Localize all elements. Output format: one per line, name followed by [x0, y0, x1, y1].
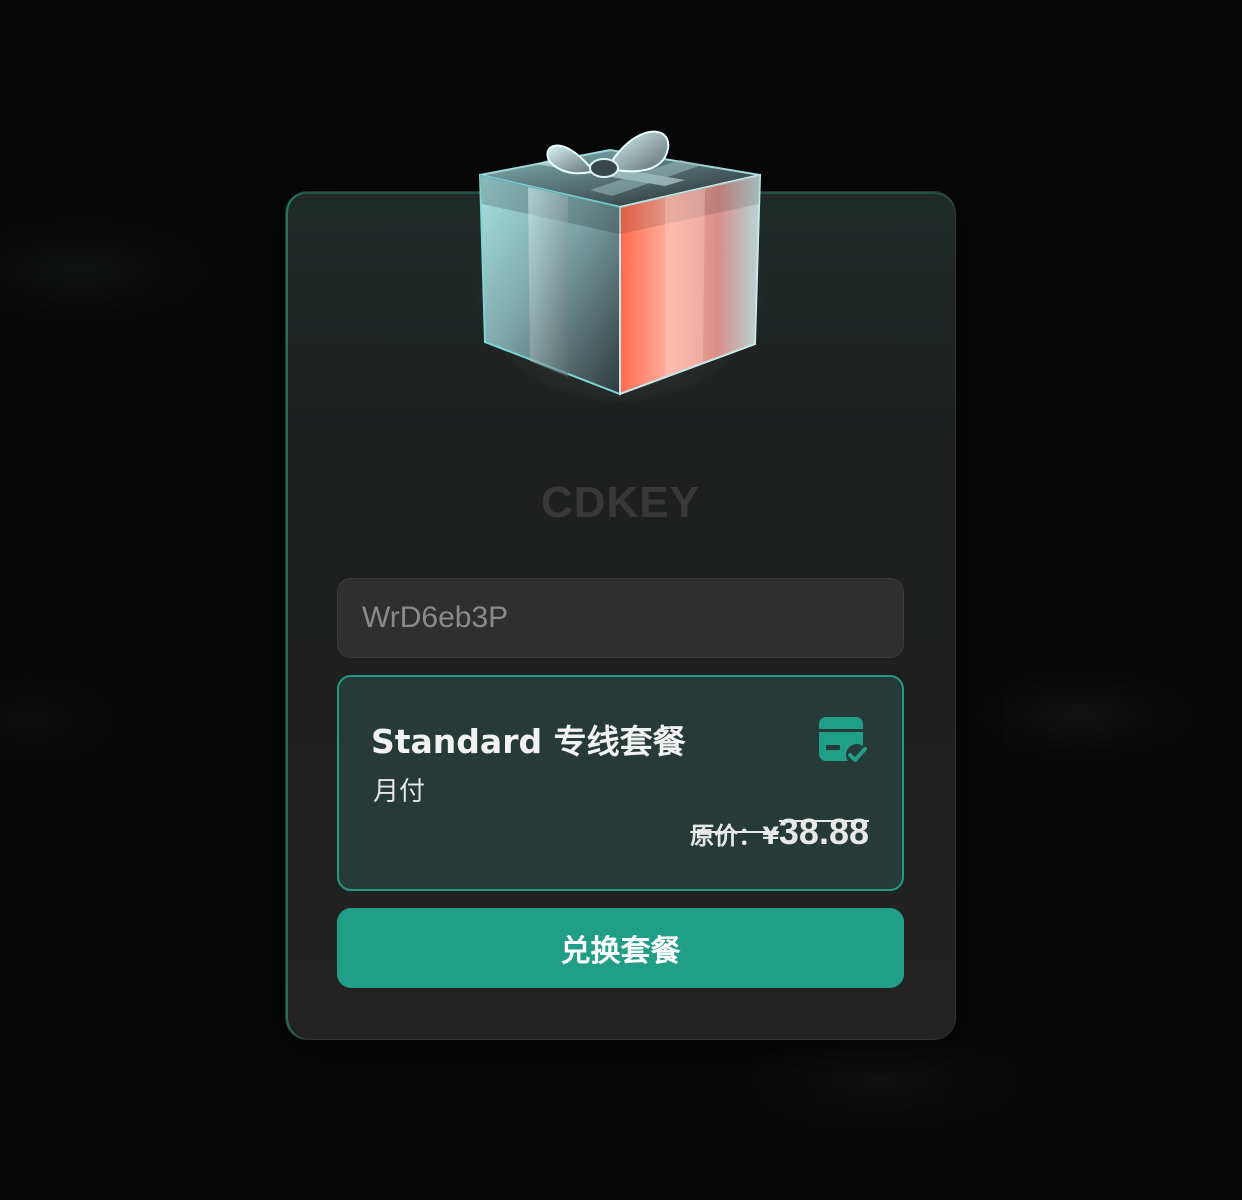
plan-billing-cycle: 月付 [373, 777, 426, 807]
cdkey-input[interactable] [337, 578, 904, 658]
page-background: CDKEY Standard 专线套餐 月付 原价：¥38.88 兑换套餐 [0, 0, 1242, 1200]
gift-box-icon [470, 130, 770, 402]
plan-card[interactable]: Standard 专线套餐 月付 原价：¥38.88 [337, 675, 904, 891]
plan-name: Standard 专线套餐 [371, 722, 686, 761]
redeem-plan-button[interactable]: 兑换套餐 [337, 908, 904, 988]
original-price: 原价：¥38.88 [690, 811, 869, 853]
box-check-icon [819, 717, 868, 766]
original-price-amount: 38.88 [778, 811, 869, 852]
page-title: CDKEY [540, 478, 701, 527]
original-price-label: 原价：¥ [690, 822, 779, 850]
